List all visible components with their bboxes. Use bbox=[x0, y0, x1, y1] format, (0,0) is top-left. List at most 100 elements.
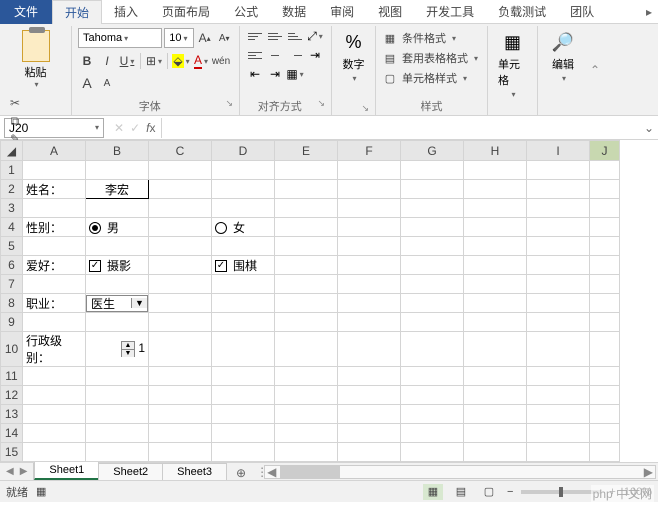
tab-team[interactable]: 团队 bbox=[558, 0, 606, 24]
row-header[interactable]: 16 bbox=[1, 462, 23, 463]
formula-bar-expand-icon[interactable]: ⌄ bbox=[640, 121, 658, 135]
tab-developer[interactable]: 开发工具 bbox=[414, 0, 486, 24]
checkbox-photo[interactable]: ✓摄影 bbox=[86, 256, 149, 275]
view-page-break-icon[interactable]: ▢ bbox=[479, 484, 499, 500]
new-sheet-button[interactable]: ⊕ bbox=[226, 466, 256, 480]
align-center-icon[interactable] bbox=[266, 47, 284, 63]
orientation-icon[interactable]: ⤢▾ bbox=[306, 28, 324, 44]
cells-button[interactable]: ▦ 单元格 ▾ bbox=[494, 28, 531, 101]
col-header[interactable]: D bbox=[212, 141, 275, 161]
sheet-tab[interactable]: Sheet3 bbox=[162, 463, 227, 480]
zoom-out-icon[interactable]: − bbox=[507, 486, 513, 498]
input-name[interactable]: 李宏 bbox=[86, 180, 149, 199]
tab-view[interactable]: 视图 bbox=[366, 0, 414, 24]
macro-record-icon[interactable]: ▦ bbox=[36, 485, 46, 498]
row-header[interactable]: 10 bbox=[1, 332, 23, 367]
combo-job[interactable]: 医生▼ bbox=[86, 295, 148, 312]
row-header[interactable]: 12 bbox=[1, 386, 23, 405]
tab-insert[interactable]: 插入 bbox=[102, 0, 150, 24]
row-header[interactable]: 6 bbox=[1, 256, 23, 275]
sheet-nav[interactable]: ◀▶ bbox=[0, 463, 34, 480]
align-left-icon[interactable] bbox=[246, 47, 264, 63]
row-header[interactable]: 13 bbox=[1, 405, 23, 424]
col-header[interactable]: C bbox=[149, 141, 212, 161]
zoom-slider[interactable] bbox=[521, 490, 601, 494]
increase-font-icon[interactable]: A▴ bbox=[196, 28, 214, 48]
col-header[interactable]: J bbox=[590, 141, 620, 161]
horizontal-scrollbar[interactable]: ◀▶ bbox=[264, 465, 656, 479]
row-header[interactable]: 1 bbox=[1, 161, 23, 180]
row-header[interactable]: 11 bbox=[1, 367, 23, 386]
row-header[interactable]: 9 bbox=[1, 313, 23, 332]
align-top-icon[interactable] bbox=[246, 28, 264, 44]
copy-icon[interactable]: ⧉ bbox=[6, 113, 24, 129]
ribbon-collapse-icon[interactable]: ▸ bbox=[640, 5, 658, 19]
row-header[interactable]: 4 bbox=[1, 218, 23, 237]
dialog-launcher-icon[interactable]: ↘ bbox=[225, 98, 233, 109]
fill-color-button[interactable]: ⬙▾ bbox=[172, 51, 190, 71]
tab-load-test[interactable]: 负载测试 bbox=[486, 0, 558, 24]
checkbox-weiqi[interactable]: ✓围棋 bbox=[212, 256, 275, 275]
ribbon-options-icon[interactable]: ⌃ bbox=[588, 26, 602, 113]
cut-icon[interactable]: ✂ bbox=[6, 95, 24, 111]
italic-button[interactable]: I bbox=[98, 51, 116, 71]
row-header[interactable]: 14 bbox=[1, 424, 23, 443]
increase-indent-icon[interactable]: ⇥ bbox=[266, 66, 284, 82]
col-header[interactable]: G bbox=[401, 141, 464, 161]
font-name-select[interactable]: Tahoma▾ bbox=[78, 28, 162, 48]
fx-icon[interactable]: fx bbox=[146, 121, 155, 135]
align-bottom-icon[interactable] bbox=[286, 28, 304, 44]
view-page-layout-icon[interactable]: ▤ bbox=[451, 484, 471, 500]
merge-cells-icon[interactable]: ▦▾ bbox=[286, 66, 304, 82]
editing-button[interactable]: 🔎 编辑 ▾ bbox=[547, 28, 579, 85]
select-all-corner[interactable]: ◢ bbox=[1, 141, 23, 161]
paste-button[interactable]: 粘贴 ▾ bbox=[6, 28, 65, 91]
formula-input[interactable] bbox=[161, 118, 634, 138]
tab-formulas[interactable]: 公式 bbox=[222, 0, 270, 24]
cell-styles-button[interactable]: ▢单元格样式▾ bbox=[382, 68, 481, 88]
row-header[interactable]: 8 bbox=[1, 294, 23, 313]
radio-male[interactable]: 男 bbox=[86, 218, 149, 237]
row-header[interactable]: 3 bbox=[1, 199, 23, 218]
col-header[interactable]: F bbox=[338, 141, 401, 161]
file-tab[interactable]: 文件 bbox=[0, 0, 52, 24]
conditional-format-button[interactable]: ▦条件格式▾ bbox=[382, 28, 481, 48]
col-header[interactable]: H bbox=[464, 141, 527, 161]
dialog-launcher-icon[interactable]: ↘ bbox=[317, 98, 325, 109]
font-large-a-icon[interactable]: A bbox=[78, 73, 96, 93]
cancel-icon[interactable]: ✕ bbox=[114, 121, 124, 135]
col-header[interactable]: I bbox=[527, 141, 590, 161]
font-small-a-icon[interactable]: A bbox=[98, 73, 116, 93]
decrease-font-icon[interactable]: A▾ bbox=[215, 28, 233, 48]
tab-home[interactable]: 开始 bbox=[52, 0, 102, 24]
spinner-down-icon[interactable]: ▼ bbox=[122, 350, 134, 357]
tab-data[interactable]: 数据 bbox=[270, 0, 318, 24]
radio-female[interactable]: 女 bbox=[212, 218, 275, 237]
view-normal-icon[interactable]: ▦ bbox=[423, 484, 443, 500]
sheet-tab[interactable]: Sheet2 bbox=[98, 463, 163, 480]
underline-button[interactable]: U▾ bbox=[118, 51, 136, 71]
column-headers[interactable]: ◢ A B C D E F G H I J bbox=[1, 141, 620, 161]
nav-prev-icon[interactable]: ◀ bbox=[4, 466, 16, 477]
font-color-button[interactable]: A▾ bbox=[192, 51, 210, 71]
wrap-text-icon[interactable]: ⇥ bbox=[306, 47, 324, 63]
dialog-launcher-icon[interactable]: ↘ bbox=[361, 103, 369, 114]
border-button[interactable]: ⊞▾ bbox=[145, 51, 163, 71]
align-right-icon[interactable] bbox=[286, 47, 304, 63]
row-header[interactable]: 5 bbox=[1, 237, 23, 256]
spinner-control[interactable]: ▲▼ bbox=[121, 341, 135, 357]
tab-page-layout[interactable]: 页面布局 bbox=[150, 0, 222, 24]
row-header[interactable]: 7 bbox=[1, 275, 23, 294]
enter-icon[interactable]: ✓ bbox=[130, 121, 140, 135]
row-header[interactable]: 15 bbox=[1, 443, 23, 462]
col-header[interactable]: E bbox=[275, 141, 338, 161]
col-header[interactable]: B bbox=[86, 141, 149, 161]
tab-review[interactable]: 审阅 bbox=[318, 0, 366, 24]
sheet-tab[interactable]: Sheet1 bbox=[34, 461, 99, 480]
spreadsheet-grid[interactable]: ◢ A B C D E F G H I J 1 2 姓名： 李宏 3 4 性别：… bbox=[0, 140, 658, 462]
bold-button[interactable]: B bbox=[78, 51, 96, 71]
row-header[interactable]: 2 bbox=[1, 180, 23, 199]
decrease-indent-icon[interactable]: ⇤ bbox=[246, 66, 264, 82]
align-middle-icon[interactable] bbox=[266, 28, 284, 44]
font-size-select[interactable]: 10▾ bbox=[164, 28, 194, 48]
